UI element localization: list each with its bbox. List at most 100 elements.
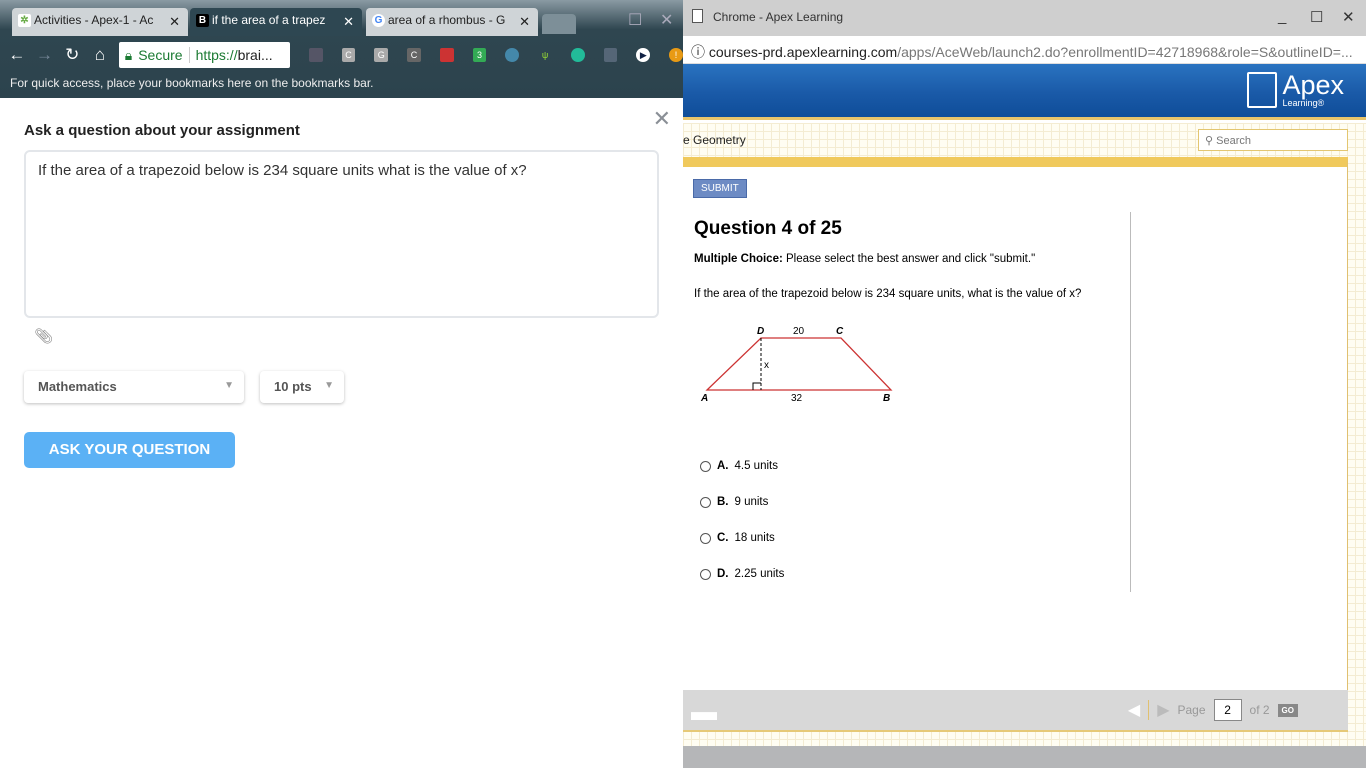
cast-icon[interactable] (603, 48, 618, 62)
page-icon (692, 9, 703, 23)
speaker-extension-icon[interactable] (308, 48, 323, 62)
mc-instruction: Please select the best answer and click … (782, 253, 1036, 265)
label-a: A (700, 393, 708, 402)
extension-badge: 3 (477, 50, 483, 60)
back-icon[interactable]: ← (8, 45, 26, 65)
address-bar[interactable]: 🔒︎ Secure https://brai... (118, 42, 290, 68)
label-top: 20 (793, 326, 805, 337)
chevron-down-icon: ▼ (224, 380, 234, 391)
shield-extension-icon[interactable]: 3 (472, 48, 487, 62)
label-bottom: 32 (791, 393, 803, 402)
instructions: Multiple Choice: Please select the best … (694, 253, 1035, 265)
question-textarea[interactable]: If the area of a trapezoid below is 234 … (24, 150, 659, 318)
book-extension-icon[interactable] (439, 48, 454, 62)
points-select[interactable]: 10 pts ▼ (260, 371, 344, 403)
reload-icon[interactable]: ↻ (63, 45, 81, 65)
search-icon: ⚲ (1205, 135, 1217, 147)
globe-extension-icon[interactable] (505, 48, 520, 62)
google-favicon-icon: G (372, 14, 385, 27)
go-button[interactable]: GO (1277, 703, 1298, 717)
question-text: If the area of the trapezoid below is 23… (694, 288, 1082, 300)
home-icon[interactable]: ⌂ (91, 45, 109, 65)
label-d: D (757, 326, 764, 337)
option-b[interactable]: B. 9 units (700, 496, 768, 508)
maximize-icon[interactable]: ☐ (1310, 8, 1323, 26)
right-browser-window: Chrome - Apex Learning _ ☐ ✕ ⓘ courses-p… (683, 0, 1366, 768)
label-b: B (883, 393, 890, 402)
subject-select[interactable]: Mathematics ▼ (24, 371, 244, 403)
search-input[interactable]: ⚲ Search (1198, 129, 1348, 151)
address-bar[interactable]: ⓘ courses-prd.apexlearning.com/apps/AceW… (683, 36, 1366, 64)
window-title: Chrome - Apex Learning (713, 10, 844, 24)
tab-brainly[interactable]: Bif the area of a trapez ✕ (190, 8, 362, 36)
chevron-down-icon: ▼ (324, 380, 334, 391)
option-a[interactable]: A. 4.5 units (700, 460, 778, 472)
apex-logo-icon (1247, 72, 1278, 108)
tab-strip: ✲ Activities - Apex-1 - Ac ✕ Bif the area … (0, 0, 683, 40)
play-extension-icon[interactable]: ▶ (636, 48, 651, 62)
right-angle-mark (752, 382, 761, 390)
label-x: x (764, 360, 769, 371)
subject-value: Mathematics (38, 379, 117, 394)
label-c: C (836, 326, 844, 337)
tab-activities[interactable]: ✲ Activities - Apex-1 - Ac ✕ (12, 8, 188, 36)
info-icon: ⓘ (691, 44, 709, 60)
equalizer-extension-icon[interactable]: ψ (538, 48, 552, 62)
course-title: e Geometry (683, 133, 746, 147)
page-number-input[interactable]: 2 (1213, 699, 1242, 721)
url-path: /apps/AceWeb/launch2.do?enrollmentID=427… (897, 44, 1353, 60)
secure-label: Secure (138, 47, 183, 63)
warning-extension-icon[interactable]: ! (669, 48, 683, 62)
search-placeholder: Search (1216, 135, 1251, 147)
option-letter: A. (717, 460, 729, 472)
close-tab-icon[interactable]: ✕ (519, 14, 530, 30)
close-icon[interactable]: ✕ (653, 106, 671, 132)
tab-label: if the area of a trapez (212, 13, 326, 27)
extension-g-icon[interactable]: G (374, 48, 389, 62)
page-total: of 2 (1249, 703, 1270, 717)
bookmarks-hint: For quick access, place your bookmarks h… (10, 76, 374, 90)
radio-button[interactable] (700, 460, 711, 472)
lock-icon: 🔒︎ (124, 46, 133, 63)
option-text: 18 units (734, 532, 775, 544)
window-titlebar: Chrome - Apex Learning _ ☐ ✕ (683, 0, 1366, 36)
ask-question-button[interactable]: ASK YOUR QUESTION (24, 432, 235, 468)
url-rest: brai... (237, 47, 273, 63)
forward-icon[interactable]: → (36, 45, 54, 65)
ask-question-panel: ✕ Ask a question about your assignment I… (0, 98, 683, 768)
option-letter: D. (717, 568, 729, 580)
submit-button[interactable]: SUBMIT (693, 179, 747, 198)
radio-button[interactable] (700, 568, 711, 580)
browser-chrome: ✲ Activities - Apex-1 - Ac ✕ Bif the area … (0, 0, 683, 98)
page-label: Page (1177, 703, 1206, 717)
next-arrow-icon[interactable]: ▶ (1157, 700, 1169, 720)
option-letter: C. (717, 532, 729, 544)
print-icon[interactable]: ▬ (691, 696, 717, 727)
option-c[interactable]: C. 18 units (700, 532, 775, 544)
close-window-icon[interactable]: ✕ (1342, 8, 1355, 26)
tab-label: Activities - Apex-1 - Ac (34, 13, 154, 27)
close-window-icon[interactable]: ✕ (660, 10, 673, 30)
chat-extension-icon[interactable] (570, 48, 585, 62)
new-tab-button[interactable] (542, 14, 576, 34)
previous-arrow-icon[interactable]: ◀ (1128, 700, 1140, 720)
tab-label: area of a rhombus - G (388, 13, 506, 27)
url-host: courses-prd.apexlearning.com (708, 44, 898, 60)
radio-button[interactable] (700, 532, 711, 544)
attachment-icon[interactable]: 📎︎ (34, 327, 53, 345)
apex-logo: Apex Learning® (1247, 72, 1344, 108)
mc-label: Multiple Choice: (694, 253, 783, 265)
pager: ◀ ▶ Page 2 of 2 GO (1128, 699, 1298, 721)
radio-button[interactable] (700, 496, 711, 508)
minimize-icon[interactable]: _ (1278, 8, 1286, 25)
page-footer: ▬ ◀ ▶ Page 2 of 2 GO (683, 690, 1348, 732)
maximize-icon[interactable]: ☐ (628, 10, 642, 30)
extension-c2-icon[interactable]: C (407, 48, 421, 62)
tab-google[interactable]: Garea of a rhombus - G ✕ (366, 8, 538, 36)
extension-c-icon[interactable]: C (341, 48, 356, 62)
close-tab-icon[interactable]: ✕ (343, 14, 354, 30)
option-d[interactable]: D. 2.25 units (700, 568, 784, 580)
apex-banner: Apex Learning® (683, 64, 1366, 120)
navigation-bar: ← → ↻ ⌂ 🔒︎ Secure https://brai... C G C 3 … (0, 40, 683, 70)
close-tab-icon[interactable]: ✕ (169, 14, 180, 30)
